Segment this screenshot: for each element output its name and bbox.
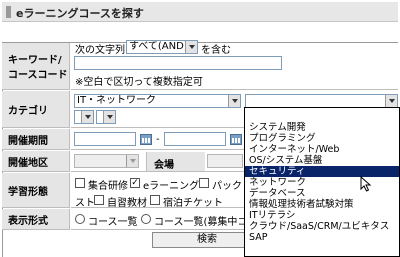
- keyword-prefix-text: 次の文字列: [75, 45, 125, 56]
- category-sub-select-2[interactable]: [96, 110, 116, 124]
- page-title: eラーニングコースを探す: [16, 7, 144, 20]
- region-select[interactable]: [74, 154, 139, 168]
- period-label: 開催期間: [2, 129, 70, 150]
- format-option-lodging: 宿泊チケット: [163, 198, 223, 209]
- format-option-elearning: eラーニング: [143, 181, 200, 192]
- format-option-selfstudy: 自習教材: [107, 198, 147, 209]
- chevron-down-icon: [228, 95, 240, 107]
- keyword-label: キーワード/ コースコード: [2, 43, 70, 90]
- category-dropdown-list[interactable]: システム開発 プログラミング インターネット/Web OS/システム基盤 セキュ…: [244, 107, 400, 257]
- period-separator: -: [156, 134, 160, 145]
- display-option-course-list-open: コース一覧(募集中コ: [154, 217, 248, 228]
- venue-label: 会場: [154, 160, 174, 171]
- dropdown-option[interactable]: データベース: [245, 188, 399, 199]
- format-checkbox-pack[interactable]: [199, 178, 209, 188]
- dropdown-option[interactable]: 情報処理技術者試験対策: [245, 199, 399, 210]
- format-checkbox-selfstudy[interactable]: [94, 195, 104, 205]
- calendar-icon[interactable]: [140, 134, 152, 145]
- format-checkbox-classroom[interactable]: [75, 178, 85, 188]
- dropdown-option[interactable]: ITリテラシ: [245, 210, 399, 221]
- display-radio-course-list[interactable]: [75, 214, 85, 224]
- dropdown-option[interactable]: システム開発: [245, 122, 399, 133]
- format-checkbox-lodging[interactable]: [150, 195, 160, 205]
- keyword-mode-select[interactable]: すべて(AND): [126, 40, 198, 54]
- category-secondary-select[interactable]: [245, 94, 398, 108]
- header-marker-icon: [6, 6, 11, 18]
- format-checkbox-elearning[interactable]: ✓: [130, 178, 140, 188]
- format-option-pack: パック: [212, 181, 242, 192]
- dropdown-option[interactable]: プログラミング: [245, 133, 399, 144]
- dropdown-option[interactable]: クラウド/SaaS/CRM/ユビキタス: [245, 221, 399, 232]
- keyword-suffix-text: を含む: [201, 45, 231, 56]
- calendar-icon[interactable]: [230, 134, 242, 145]
- keyword-input[interactable]: [74, 56, 282, 70]
- format-label: 学習形態: [2, 173, 70, 208]
- display-label: 表示形式: [2, 209, 70, 230]
- display-option-course-list: コース一覧: [88, 217, 138, 228]
- dropdown-option[interactable]: ネットワーク: [245, 177, 399, 188]
- chevron-down-icon: [185, 41, 197, 53]
- category-label: カテゴリ: [2, 91, 70, 128]
- category-primary-select[interactable]: IT・ネットワーク: [74, 94, 241, 108]
- dropdown-option-selected[interactable]: セキュリティ: [245, 166, 399, 177]
- format-option-wrap: スト: [75, 198, 95, 209]
- chevron-down-icon: [81, 111, 93, 123]
- mouse-cursor-icon: [360, 176, 372, 192]
- period-end-input[interactable]: [164, 132, 226, 146]
- display-radio-course-list-open[interactable]: [141, 214, 151, 224]
- venue-select[interactable]: [207, 154, 243, 168]
- panel-header: eラーニングコースを探す: [2, 2, 398, 22]
- chevron-down-icon: [385, 95, 397, 107]
- chevron-down-icon: [103, 111, 115, 123]
- category-sub-select-1[interactable]: [74, 110, 94, 124]
- keyword-note: ※空白で区切って複数指定可: [75, 77, 203, 88]
- chevron-down-icon: [126, 155, 138, 167]
- format-option-classroom: 集合研修: [88, 181, 128, 192]
- period-start-input[interactable]: [74, 132, 136, 146]
- dropdown-option[interactable]: OS/システム基盤: [245, 155, 399, 166]
- dropdown-option[interactable]: SAP: [245, 232, 399, 243]
- region-label: 開催地区: [2, 151, 70, 172]
- dropdown-option[interactable]: インターネット/Web: [245, 144, 399, 155]
